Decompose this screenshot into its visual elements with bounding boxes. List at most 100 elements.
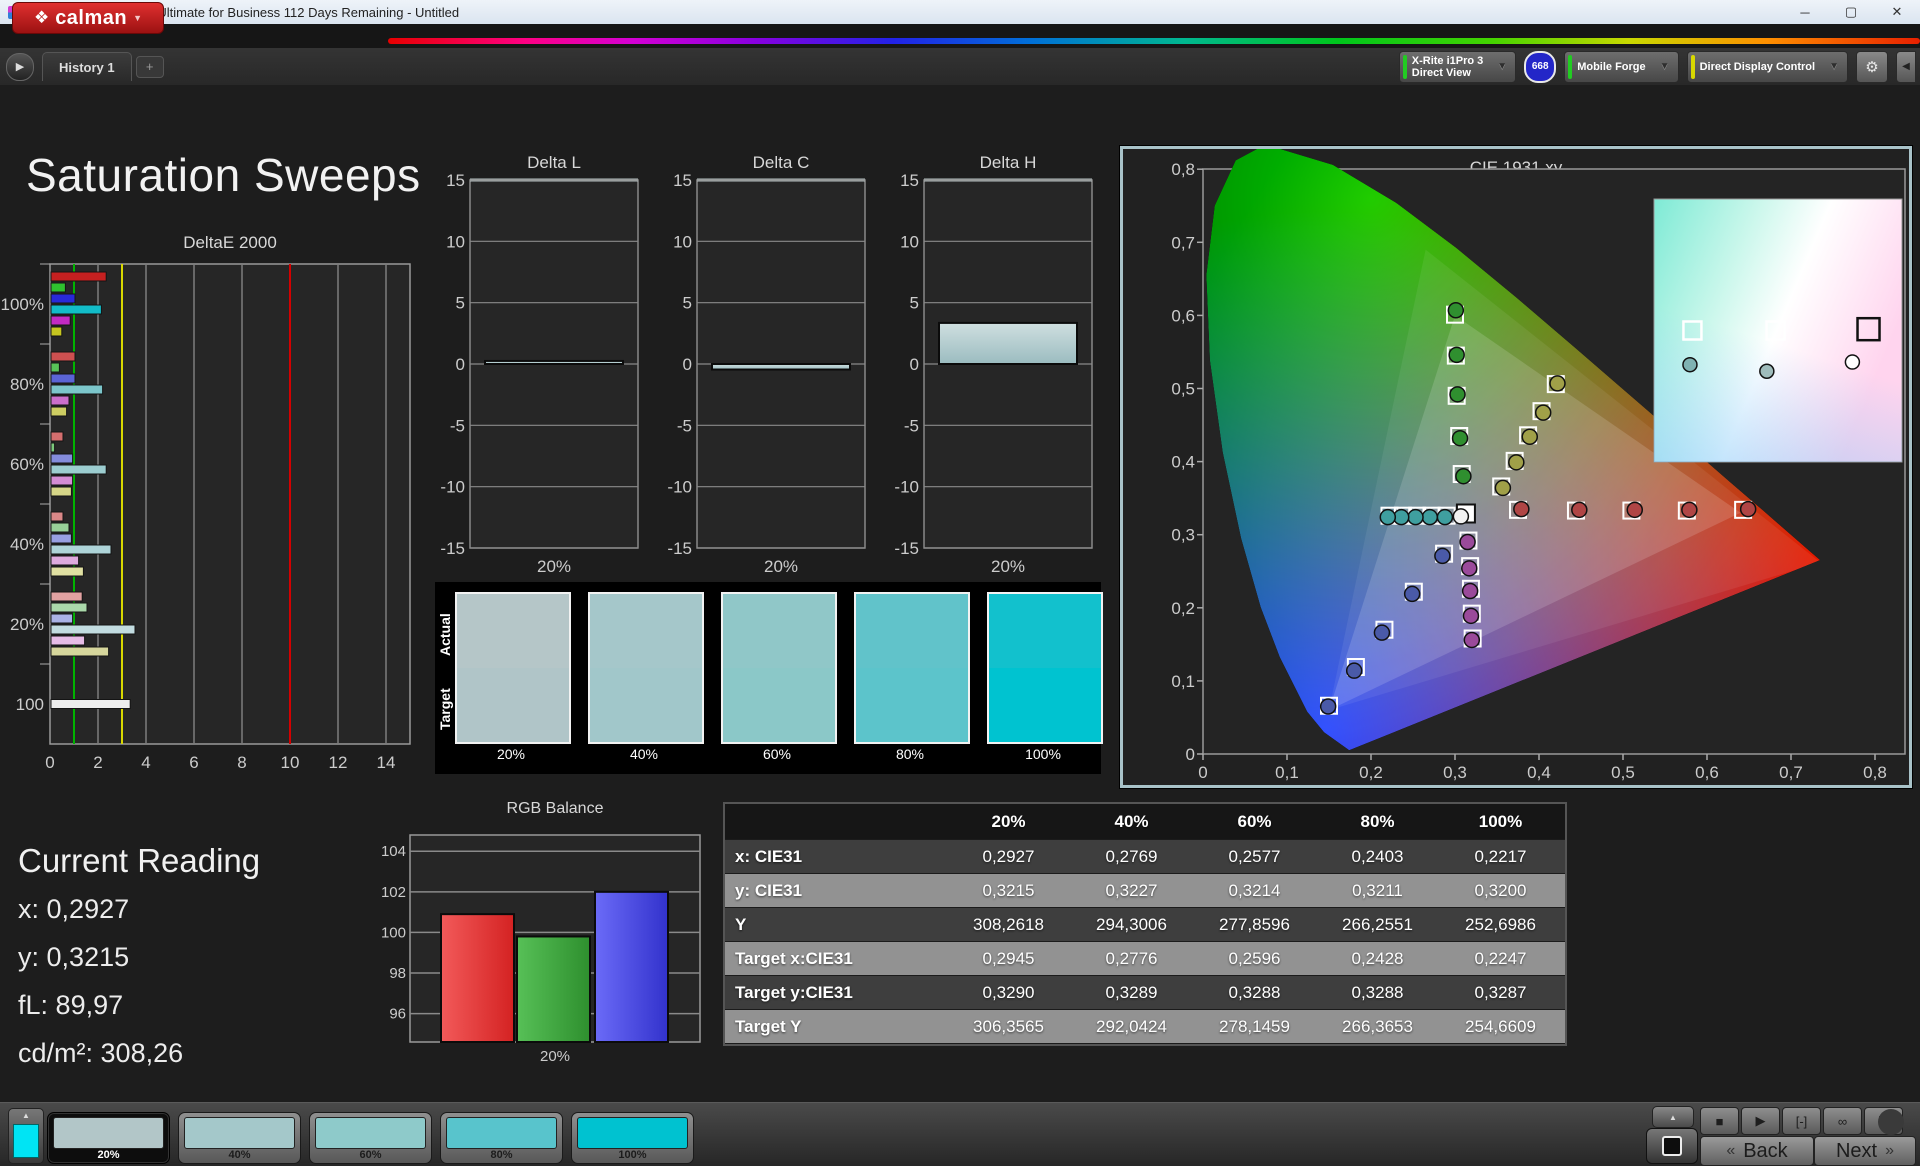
delta-c-chart: Delta C 15 10 5 0 -5 -10 -15 20%	[667, 153, 866, 576]
table-value-cell: 0,2247	[1474, 948, 1527, 968]
svg-text:100%: 100%	[1, 295, 44, 314]
patch-preview-button[interactable]: ▲	[8, 1108, 44, 1164]
bottom-bar: ▲ 20%40%60%80%100% ▲ ■▶[-]∞↻ « Back Next…	[0, 1102, 1920, 1166]
svg-text:10: 10	[900, 232, 919, 251]
swatch-target	[457, 668, 569, 742]
svg-text:0,6: 0,6	[1695, 763, 1719, 782]
svg-text:15: 15	[900, 171, 919, 190]
cie-1931-chart: CIE 1931 xy000,10,10,20,20,30,30,40,40,5…	[1171, 144, 1906, 782]
svg-text:-10: -10	[440, 478, 465, 497]
actual-target-swatch-panel: Actual Target 20% 40% 60% 80% 100%	[435, 582, 1103, 774]
close-button[interactable]: ✕	[1874, 0, 1920, 24]
svg-text:0,7: 0,7	[1171, 233, 1195, 252]
table-value-cell: 0,3215	[982, 880, 1035, 900]
pattern-size-button[interactable]: [-]	[1782, 1107, 1821, 1135]
svg-text:20%: 20%	[991, 557, 1025, 576]
swatch-actual	[457, 594, 569, 668]
svg-text:RGB Balance: RGB Balance	[507, 800, 604, 817]
swatch-label: 20%	[496, 746, 526, 762]
svg-text:12: 12	[329, 753, 348, 772]
next-button[interactable]: Next »	[1814, 1136, 1916, 1166]
delta-l-chart: Delta L 15 10 5 0 -5 -10 -15 20%	[440, 153, 639, 576]
patch-label: 20%	[97, 1149, 120, 1161]
svg-text:0,1: 0,1	[1275, 763, 1299, 782]
pattern-options-button[interactable]: ▲	[1652, 1106, 1694, 1128]
tab-row: ▶ History 1 + X-Rite i1Pro 3 Direct View…	[0, 48, 1920, 85]
svg-text:Delta L: Delta L	[527, 153, 581, 172]
patch-button-20%[interactable]: 20%	[47, 1112, 170, 1164]
patch-label: 80%	[490, 1149, 513, 1161]
svg-text:0: 0	[45, 753, 54, 772]
patch-button-60%[interactable]: 60%	[309, 1112, 432, 1164]
patch-label: 100%	[618, 1149, 647, 1161]
brand-bar	[0, 24, 1920, 48]
target-row-label: Target	[437, 688, 453, 730]
history-expand-button[interactable]: ▶	[6, 52, 34, 81]
table-row: x: CIE31 0,2927 0,2769 0,2577 0,2403 0,2217	[725, 840, 1565, 874]
svg-text:0,5: 0,5	[1611, 763, 1635, 782]
settings-button[interactable]: ⚙	[1856, 50, 1888, 83]
meter-reading-badge: 668	[1524, 50, 1557, 83]
patch-button-80%[interactable]: 80%	[440, 1112, 563, 1164]
play-button[interactable]: ▶	[1741, 1107, 1780, 1135]
chevron-left-icon: ◀	[1902, 61, 1910, 72]
minimize-button[interactable]: ─	[1782, 0, 1828, 24]
back-button[interactable]: « Back	[1700, 1136, 1814, 1166]
svg-text:-10: -10	[667, 478, 692, 497]
maximize-button[interactable]: ▢	[1828, 0, 1874, 24]
table-value-cell: 278,1459	[1219, 1016, 1290, 1036]
table-value-cell: 0,2596	[1228, 948, 1281, 968]
display-control-name: Direct Display Control	[1699, 60, 1816, 73]
display-control-button[interactable]: Direct Display Control ▼	[1686, 50, 1848, 83]
svg-text:0: 0	[910, 355, 919, 374]
svg-text:104: 104	[381, 843, 406, 860]
svg-text:0: 0	[456, 355, 465, 374]
meter-connection-button[interactable]: X-Rite i1Pro 3 Direct View ▼	[1398, 50, 1517, 83]
svg-text:0,8: 0,8	[1171, 160, 1195, 179]
calman-menu-button[interactable]: ❖ calman ▼	[12, 2, 164, 34]
collapse-panel-button[interactable]: ◀	[1896, 50, 1916, 83]
deltae2000-chart: DeltaE 2000 0 2 4 6 8 10 12 14 100% 80% 60% 40% 20% 10…	[1, 233, 411, 772]
reading-cdm2: cd/m²: 308,26	[18, 1038, 184, 1068]
swatch-target	[590, 668, 702, 742]
table-header-cell: 20%	[991, 811, 1026, 831]
chevron-up-icon: ▲	[1669, 1112, 1677, 1122]
table-value-cell: 0,3227	[1105, 880, 1158, 900]
status-indicator	[1878, 1109, 1904, 1135]
svg-text:100: 100	[16, 695, 44, 714]
patch-button-100%[interactable]: 100%	[571, 1112, 694, 1164]
svg-text:20%: 20%	[10, 615, 44, 634]
table-value-cell: 0,2428	[1351, 948, 1404, 968]
table-value-cell: 292,0424	[1096, 1016, 1167, 1036]
table-value-cell: 306,3565	[973, 1016, 1044, 1036]
source-connection-button[interactable]: Mobile Forge ▼	[1564, 50, 1679, 83]
patch-swatch	[53, 1117, 164, 1149]
svg-text:0,1: 0,1	[1171, 672, 1195, 691]
cie-1931-panel: CIE 1931 xy 0 0 0,1 0,1 0,2 0,2 0,3 0,3 0,4 0,4 0,5…	[1120, 144, 1912, 788]
svg-text:0,4: 0,4	[1171, 453, 1195, 472]
svg-text:60%: 60%	[10, 455, 44, 474]
continuous-icon: ∞	[1837, 1113, 1848, 1129]
table-value-cell: 0,3200	[1474, 880, 1527, 900]
table-value-cell: 0,2577	[1228, 846, 1281, 866]
svg-text:10: 10	[446, 232, 465, 251]
svg-text:0,2: 0,2	[1171, 599, 1195, 618]
table-row: Target y:CIE31 0,3290 0,3289 0,3288 0,3288 0,…	[725, 976, 1565, 1010]
tab-history-1[interactable]: History 1	[42, 52, 132, 81]
svg-text:0,5: 0,5	[1171, 380, 1195, 399]
table-row: Y 308,2618 294,3006 277,8596 266,2551 252,698…	[725, 908, 1565, 942]
svg-text:98: 98	[389, 965, 406, 982]
pattern-window-button[interactable]	[1646, 1128, 1698, 1164]
svg-text:6: 6	[189, 753, 198, 772]
stop-button[interactable]: ■	[1700, 1107, 1739, 1135]
svg-text:10: 10	[281, 753, 300, 772]
table-value-cell: 254,6609	[1465, 1016, 1536, 1036]
continuous-button[interactable]: ∞	[1823, 1107, 1862, 1135]
table-value-cell: 0,3290	[982, 982, 1035, 1002]
svg-text:0,3: 0,3	[1171, 526, 1195, 545]
table-row: Target Y 306,3565 292,0424 278,1459 266,3653…	[725, 1010, 1565, 1044]
add-tab-button[interactable]: +	[135, 55, 164, 78]
table-value-cell: 266,3653	[1342, 1016, 1413, 1036]
patch-button-40%[interactable]: 40%	[178, 1112, 301, 1164]
svg-text:20%: 20%	[537, 557, 571, 576]
